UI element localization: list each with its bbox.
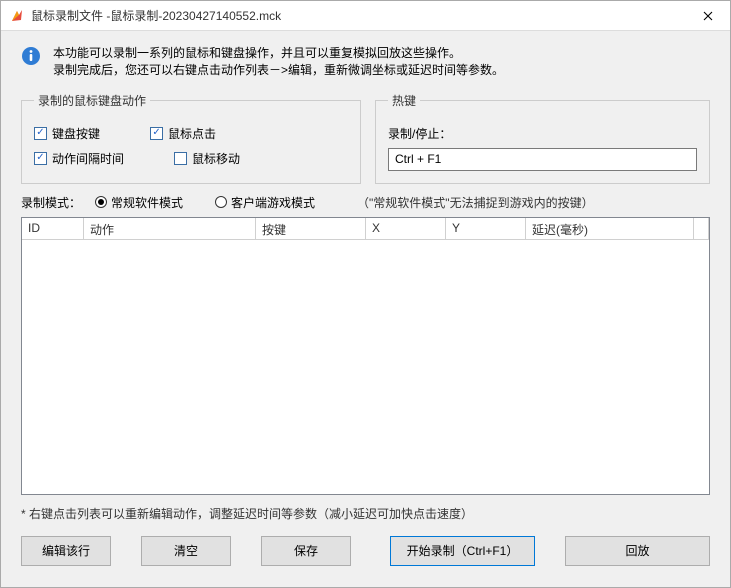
clear-button[interactable]: 清空 xyxy=(141,536,231,566)
col-key[interactable]: 按键 xyxy=(256,218,366,240)
checkbox-keyboard-label: 键盘按键 xyxy=(52,125,100,142)
col-action[interactable]: 动作 xyxy=(84,218,256,240)
fieldset-actions-legend: 录制的鼠标键盘动作 xyxy=(34,92,150,109)
radio-unchecked-icon xyxy=(215,196,227,208)
titlebar: 鼠标录制文件 -鼠标录制-20230427140552.mck xyxy=(1,1,730,31)
radio-normal-mode[interactable]: 常规软件模式 xyxy=(95,194,183,211)
checkbox-interval-label: 动作间隔时间 xyxy=(52,150,124,167)
info-text: 本功能可以录制一系列的鼠标和键盘操作，并且可以重复模拟回放这些操作。 录制完成后… xyxy=(53,45,504,80)
save-button[interactable]: 保存 xyxy=(261,536,351,566)
col-x[interactable]: X xyxy=(366,218,446,240)
radio-client-mode[interactable]: 客户端游戏模式 xyxy=(215,194,315,211)
start-record-button[interactable]: 开始录制（Ctrl+F1） xyxy=(390,536,535,566)
fieldset-hotkey-legend: 热键 xyxy=(388,92,420,109)
info-line2: 录制完成后，您还可以右键点击动作列表－>编辑，重新微调坐标或延迟时间等参数。 xyxy=(53,63,504,77)
col-id[interactable]: ID xyxy=(22,218,84,240)
hint-text: * 右键点击列表可以重新编辑动作，调整延迟时间等参数（减小延迟可加快点击速度） xyxy=(1,495,730,530)
action-table[interactable]: ID 动作 按键 X Y 延迟(毫秒) xyxy=(21,217,710,495)
close-button[interactable] xyxy=(685,1,730,31)
col-y[interactable]: Y xyxy=(446,218,526,240)
checkbox-mouse-move-label: 鼠标移动 xyxy=(192,150,240,167)
info-line1: 本功能可以录制一系列的鼠标和键盘操作，并且可以重复模拟回放这些操作。 xyxy=(53,46,461,60)
window-title: 鼠标录制文件 -鼠标录制-20230427140552.mck xyxy=(31,7,685,24)
fieldset-row: 录制的鼠标键盘动作 ✓ 键盘按键 ✓ 鼠标点击 ✓ 动作间隔时间 鼠标 xyxy=(1,92,730,184)
col-spacer xyxy=(694,218,709,240)
checkbox-mouse-click-label: 鼠标点击 xyxy=(168,125,216,142)
checkbox-keyboard[interactable]: ✓ 键盘按键 xyxy=(34,125,100,142)
check-icon: ✓ xyxy=(150,127,163,140)
radio-client-label: 客户端游戏模式 xyxy=(231,194,315,211)
mode-label: 录制模式： xyxy=(21,194,81,211)
check-icon: ✓ xyxy=(34,127,47,140)
mode-note: （"常规软件模式"无法捕捉到游戏内的按键） xyxy=(357,194,594,211)
playback-button[interactable]: 回放 xyxy=(565,536,710,566)
radio-checked-icon xyxy=(95,196,107,208)
hotkey-label: 录制/停止： xyxy=(388,125,697,142)
checkbox-interval[interactable]: ✓ 动作间隔时间 xyxy=(34,150,124,167)
fieldset-actions: 录制的鼠标键盘动作 ✓ 键盘按键 ✓ 鼠标点击 ✓ 动作间隔时间 鼠标 xyxy=(21,92,361,184)
table-body[interactable] xyxy=(22,240,709,494)
window: 鼠标录制文件 -鼠标录制-20230427140552.mck 本功能可以录制一… xyxy=(0,0,731,588)
check-icon: ✓ xyxy=(34,152,47,165)
hotkey-input[interactable] xyxy=(388,148,697,171)
radio-normal-label: 常规软件模式 xyxy=(111,194,183,211)
fieldset-hotkey: 热键 录制/停止： xyxy=(375,92,710,184)
app-icon xyxy=(9,8,25,24)
checkbox-mouse-click[interactable]: ✓ 鼠标点击 xyxy=(150,125,216,142)
edit-row-button[interactable]: 编辑该行 xyxy=(21,536,111,566)
mode-row: 录制模式： 常规软件模式 客户端游戏模式 （"常规软件模式"无法捕捉到游戏内的按… xyxy=(1,184,730,217)
button-row: 编辑该行 清空 保存 开始录制（Ctrl+F1） 回放 xyxy=(1,530,730,580)
table-header: ID 动作 按键 X Y 延迟(毫秒) xyxy=(22,218,709,240)
info-icon xyxy=(21,46,41,66)
checkbox-mouse-move[interactable]: 鼠标移动 xyxy=(174,150,240,167)
col-delay[interactable]: 延迟(毫秒) xyxy=(526,218,694,240)
info-panel: 本功能可以录制一系列的鼠标和键盘操作，并且可以重复模拟回放这些操作。 录制完成后… xyxy=(1,31,730,92)
checkbox-empty-icon xyxy=(174,152,187,165)
